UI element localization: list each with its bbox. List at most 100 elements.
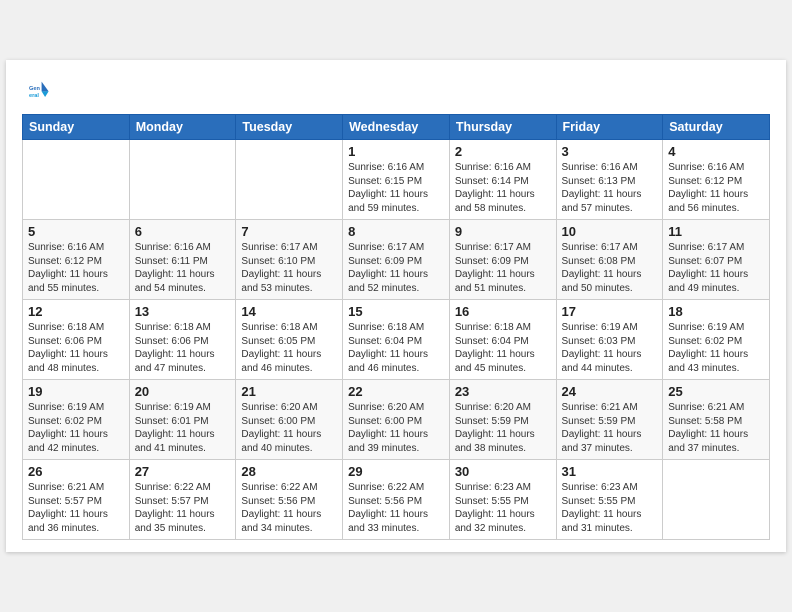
calendar-cell: 14 Sunrise: 6:18 AM Sunset: 6:05 PM Dayli…: [236, 300, 343, 380]
day-info: Sunrise: 6:17 AM Sunset: 6:08 PM Dayligh…: [562, 241, 658, 295]
calendar-week-row: 5 Sunrise: 6:16 AM Sunset: 6:12 PM Daylig…: [23, 220, 770, 300]
calendar-cell: 26 Sunrise: 6:21 AM Sunset: 5:57 PM Dayli…: [23, 460, 130, 540]
calendar-cell: 11 Sunrise: 6:17 AM Sunset: 6:07 PM Dayli…: [663, 220, 770, 300]
svg-text:eral: eral: [29, 93, 39, 99]
day-info: Sunrise: 6:19 AM Sunset: 6:02 PM Dayligh…: [668, 321, 764, 375]
calendar-cell: [129, 140, 236, 220]
day-number: 5: [28, 224, 124, 239]
calendar-cell: 25 Sunrise: 6:21 AM Sunset: 5:58 PM Dayli…: [663, 380, 770, 460]
day-info: Sunrise: 6:18 AM Sunset: 6:06 PM Dayligh…: [28, 321, 124, 375]
day-info: Sunrise: 6:19 AM Sunset: 6:01 PM Dayligh…: [135, 401, 231, 455]
calendar-cell: 18 Sunrise: 6:19 AM Sunset: 6:02 PM Dayli…: [663, 300, 770, 380]
day-info: Sunrise: 6:21 AM Sunset: 5:58 PM Dayligh…: [668, 401, 764, 455]
day-number: 21: [241, 384, 337, 399]
day-number: 11: [668, 224, 764, 239]
day-info: Sunrise: 6:16 AM Sunset: 6:13 PM Dayligh…: [562, 161, 658, 215]
header-sunday: Sunday: [23, 115, 130, 140]
day-info: Sunrise: 6:16 AM Sunset: 6:12 PM Dayligh…: [668, 161, 764, 215]
calendar-cell: 4 Sunrise: 6:16 AM Sunset: 6:12 PM Daylig…: [663, 140, 770, 220]
day-number: 23: [455, 384, 551, 399]
header: Gen eral: [22, 76, 770, 104]
header-wednesday: Wednesday: [343, 115, 450, 140]
calendar-cell: 2 Sunrise: 6:16 AM Sunset: 6:14 PM Daylig…: [449, 140, 556, 220]
calendar-cell: 20Sunrise: 6:19 AM Sunset: 6:01 PM Dayli…: [129, 380, 236, 460]
day-number: 25: [668, 384, 764, 399]
day-number: 10: [562, 224, 658, 239]
calendar-grid: SundayMondayTuesdayWednesdayThursdayFrid…: [22, 114, 770, 540]
calendar-cell: 5 Sunrise: 6:16 AM Sunset: 6:12 PM Daylig…: [23, 220, 130, 300]
calendar-week-row: 1 Sunrise: 6:16 AM Sunset: 6:15 PM Daylig…: [23, 140, 770, 220]
header-monday: Monday: [129, 115, 236, 140]
calendar-cell: 23Sunrise: 6:20 AM Sunset: 5:59 PM Dayli…: [449, 380, 556, 460]
day-info: Sunrise: 6:20 AM Sunset: 6:00 PM Dayligh…: [241, 401, 337, 455]
day-info: Sunrise: 6:17 AM Sunset: 6:07 PM Dayligh…: [668, 241, 764, 295]
day-number: 27: [135, 464, 231, 479]
day-number: 12: [28, 304, 124, 319]
day-number: 7: [241, 224, 337, 239]
day-number: 15: [348, 304, 444, 319]
day-number: 28: [241, 464, 337, 479]
calendar-cell: [663, 460, 770, 540]
day-number: 3: [562, 144, 658, 159]
svg-text:Gen: Gen: [29, 86, 40, 92]
header-tuesday: Tuesday: [236, 115, 343, 140]
calendar-cell: 15Sunrise: 6:18 AM Sunset: 6:04 PM Dayli…: [343, 300, 450, 380]
day-number: 24: [562, 384, 658, 399]
day-number: 8: [348, 224, 444, 239]
calendar-container: Gen eral SundayMondayTuesdayWednesdayThu…: [6, 60, 786, 552]
day-number: 17: [562, 304, 658, 319]
day-info: Sunrise: 6:18 AM Sunset: 6:05 PM Dayligh…: [241, 321, 337, 375]
day-info: Sunrise: 6:16 AM Sunset: 6:14 PM Dayligh…: [455, 161, 551, 215]
calendar-cell: 28 Sunrise: 6:22 AM Sunset: 5:56 PM Dayli…: [236, 460, 343, 540]
day-number: 30: [455, 464, 551, 479]
logo-icon: Gen eral: [22, 76, 50, 104]
day-info: Sunrise: 6:19 AM Sunset: 6:02 PM Dayligh…: [28, 401, 124, 455]
day-info: Sunrise: 6:16 AM Sunset: 6:15 PM Dayligh…: [348, 161, 444, 215]
calendar-cell: 29 Sunrise: 6:22 AM Sunset: 5:56 PM Dayli…: [343, 460, 450, 540]
calendar-cell: 27Sunrise: 6:22 AM Sunset: 5:57 PM Dayli…: [129, 460, 236, 540]
calendar-cell: 3 Sunrise: 6:16 AM Sunset: 6:13 PM Daylig…: [556, 140, 663, 220]
day-number: 1: [348, 144, 444, 159]
calendar-cell: 24 Sunrise: 6:21 AM Sunset: 5:59 PM Dayli…: [556, 380, 663, 460]
day-info: Sunrise: 6:21 AM Sunset: 5:57 PM Dayligh…: [28, 481, 124, 535]
day-number: 6: [135, 224, 231, 239]
day-number: 29: [348, 464, 444, 479]
calendar-cell: 10 Sunrise: 6:17 AM Sunset: 6:08 PM Dayli…: [556, 220, 663, 300]
calendar-cell: [23, 140, 130, 220]
day-info: Sunrise: 6:17 AM Sunset: 6:09 PM Dayligh…: [348, 241, 444, 295]
day-number: 4: [668, 144, 764, 159]
calendar-cell: 17Sunrise: 6:19 AM Sunset: 6:03 PM Dayli…: [556, 300, 663, 380]
day-info: Sunrise: 6:18 AM Sunset: 6:06 PM Dayligh…: [135, 321, 231, 375]
calendar-week-row: 19Sunrise: 6:19 AM Sunset: 6:02 PM Dayli…: [23, 380, 770, 460]
calendar-cell: 31Sunrise: 6:23 AM Sunset: 5:55 PM Dayli…: [556, 460, 663, 540]
day-info: Sunrise: 6:20 AM Sunset: 6:00 PM Dayligh…: [348, 401, 444, 455]
calendar-cell: 1 Sunrise: 6:16 AM Sunset: 6:15 PM Daylig…: [343, 140, 450, 220]
calendar-cell: [236, 140, 343, 220]
calendar-cell: 22 Sunrise: 6:20 AM Sunset: 6:00 PM Dayli…: [343, 380, 450, 460]
day-number: 18: [668, 304, 764, 319]
header-friday: Friday: [556, 115, 663, 140]
day-info: Sunrise: 6:17 AM Sunset: 6:09 PM Dayligh…: [455, 241, 551, 295]
day-number: 14: [241, 304, 337, 319]
day-number: 31: [562, 464, 658, 479]
day-info: Sunrise: 6:16 AM Sunset: 6:11 PM Dayligh…: [135, 241, 231, 295]
day-info: Sunrise: 6:16 AM Sunset: 6:12 PM Dayligh…: [28, 241, 124, 295]
header-saturday: Saturday: [663, 115, 770, 140]
calendar-header-row: SundayMondayTuesdayWednesdayThursdayFrid…: [23, 115, 770, 140]
day-info: Sunrise: 6:22 AM Sunset: 5:56 PM Dayligh…: [348, 481, 444, 535]
day-number: 9: [455, 224, 551, 239]
day-number: 22: [348, 384, 444, 399]
day-info: Sunrise: 6:17 AM Sunset: 6:10 PM Dayligh…: [241, 241, 337, 295]
calendar-week-row: 12 Sunrise: 6:18 AM Sunset: 6:06 PM Dayli…: [23, 300, 770, 380]
day-info: Sunrise: 6:21 AM Sunset: 5:59 PM Dayligh…: [562, 401, 658, 455]
calendar-cell: 7 Sunrise: 6:17 AM Sunset: 6:10 PM Daylig…: [236, 220, 343, 300]
header-thursday: Thursday: [449, 115, 556, 140]
calendar-cell: 12 Sunrise: 6:18 AM Sunset: 6:06 PM Dayli…: [23, 300, 130, 380]
day-info: Sunrise: 6:22 AM Sunset: 5:56 PM Dayligh…: [241, 481, 337, 535]
day-number: 26: [28, 464, 124, 479]
day-number: 2: [455, 144, 551, 159]
calendar-cell: 19Sunrise: 6:19 AM Sunset: 6:02 PM Dayli…: [23, 380, 130, 460]
day-number: 16: [455, 304, 551, 319]
calendar-cell: 8 Sunrise: 6:17 AM Sunset: 6:09 PM Daylig…: [343, 220, 450, 300]
calendar-cell: 30Sunrise: 6:23 AM Sunset: 5:55 PM Dayli…: [449, 460, 556, 540]
